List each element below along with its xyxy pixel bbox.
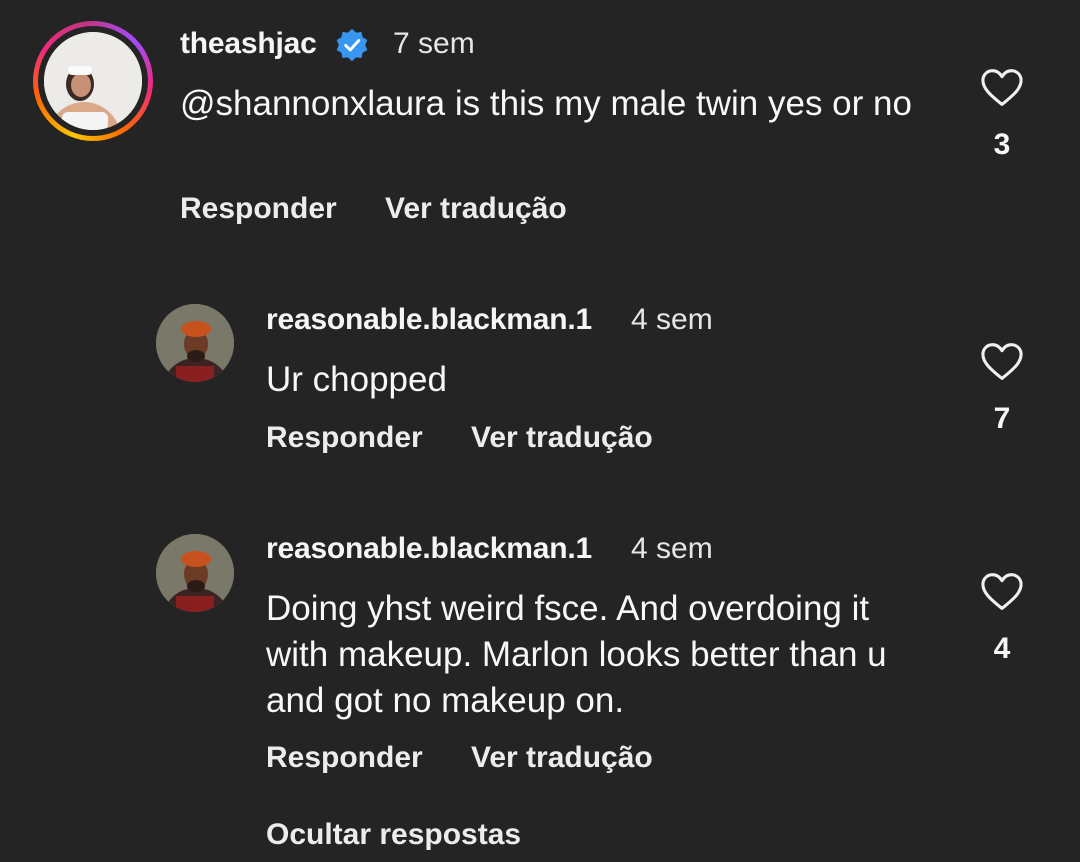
like-heart-icon[interactable]	[980, 342, 1024, 382]
avatar-story-ring[interactable]	[33, 21, 153, 141]
comment-username[interactable]: reasonable.blackman.1	[266, 303, 592, 337]
avatar-image	[156, 304, 234, 382]
like-heart-icon[interactable]	[980, 572, 1024, 612]
avatar-image	[44, 32, 142, 130]
like-heart-icon[interactable]	[980, 68, 1024, 108]
comment-timestamp: 4 sem	[631, 303, 713, 336]
comment-username[interactable]: theashjac	[180, 27, 317, 61]
avatar[interactable]	[156, 304, 234, 382]
see-translation-button[interactable]: Ver tradução	[471, 421, 653, 455]
reply-button[interactable]: Responder	[266, 421, 423, 455]
see-translation-button[interactable]: Ver tradução	[471, 741, 653, 775]
reply-comment: reasonable.blackman.1 4 sem Doing yhst w…	[0, 500, 1080, 800]
comment-timestamp: 4 sem	[631, 532, 713, 565]
comment-text: Doing yhst weird fsce. And overdoing it …	[266, 589, 887, 720]
reply-button[interactable]: Responder	[266, 741, 423, 775]
reply-comment: reasonable.blackman.1 4 sem Ur chopped R…	[0, 270, 1080, 470]
comment-username[interactable]: reasonable.blackman.1	[266, 532, 592, 566]
see-translation-button[interactable]: Ver tradução	[385, 192, 567, 226]
comment-text: @shannonxlaura is this my male twin yes …	[180, 84, 912, 123]
avatar-image	[156, 534, 234, 612]
comment-theashjac: theashjac 7 sem @shannonxlaura is this m…	[0, 0, 1080, 240]
like-count: 4	[993, 632, 1011, 665]
like-count: 3	[993, 128, 1011, 161]
verified-badge-icon	[336, 28, 368, 62]
comment-timestamp: 7 sem	[393, 27, 475, 60]
like-count: 7	[993, 402, 1011, 435]
reply-button[interactable]: Responder	[180, 192, 337, 226]
comment-text: Ur chopped	[266, 360, 447, 399]
avatar[interactable]	[156, 534, 234, 612]
hide-replies-button[interactable]: Ocultar respostas	[266, 818, 521, 852]
